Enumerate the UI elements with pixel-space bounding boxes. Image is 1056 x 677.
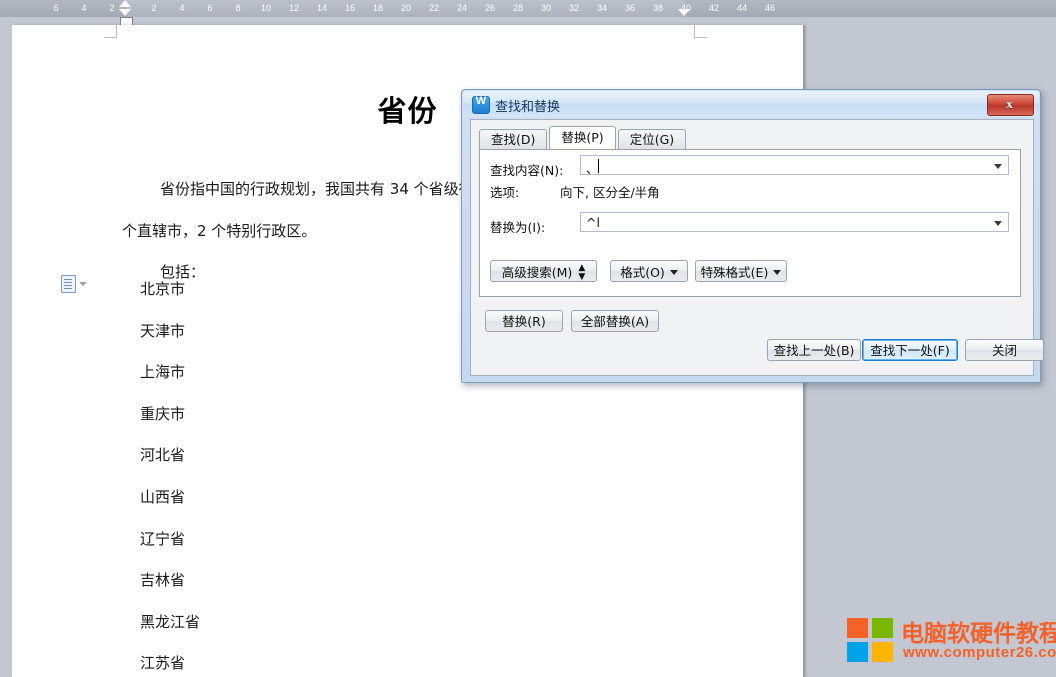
windows-logo-icon: [847, 618, 893, 662]
chevron-down-icon: [670, 270, 678, 275]
text-cursor: [598, 159, 599, 173]
ruler-tick: 28: [511, 2, 525, 14]
ruler-tick-labels: 6422468101214161820222426283032343638404…: [0, 0, 1056, 17]
replace-panel: 查找内容(N): 、 选项: 向下, 区分全/半角 替换为(I): ^l 高级搜…: [479, 149, 1021, 297]
options-value: 向下, 区分全/半角: [560, 182, 660, 201]
ruler-tick: 4: [175, 2, 189, 14]
options-label: 选项:: [490, 182, 519, 201]
list-item: 上海市: [140, 361, 185, 382]
margin-mark-top-left-h: [104, 37, 117, 39]
format-button[interactable]: 格式(O): [610, 260, 688, 282]
replace-all-button[interactable]: 全部替换(A): [571, 310, 659, 332]
dialog-title: 查找和替换: [495, 96, 560, 115]
watermark-title: 电脑软硬件教程网: [901, 614, 1056, 648]
advanced-search-label: 高级搜索(M): [502, 262, 573, 283]
paste-options-smart-tag[interactable]: [61, 275, 93, 293]
list-item: 河北省: [140, 444, 185, 465]
ruler-tick: 38: [651, 2, 665, 14]
replace-with-label: 替换为(I):: [490, 217, 545, 236]
close-button[interactable]: [987, 94, 1034, 116]
list-item: 山西省: [140, 486, 185, 507]
replace-button[interactable]: 替换(R): [485, 310, 563, 332]
special-format-label: 特殊格式(E): [701, 262, 769, 283]
dialog-tabs: 查找(D) 替换(P) 定位(G): [479, 128, 688, 149]
find-and-replace-dialog: 查找和替换 查找(D) 替换(P) 定位(G) 查找内容(N): 、 选项: 向…: [461, 89, 1041, 383]
dialog-title-bar[interactable]: 查找和替换: [463, 91, 1039, 117]
dialog-body: 查找(D) 替换(P) 定位(G) 查找内容(N): 、 选项: 向下, 区分全…: [470, 119, 1034, 376]
ruler-tick: 30: [539, 2, 553, 14]
ruler-tick: 6: [49, 2, 63, 14]
ruler-tick: 2: [105, 2, 119, 14]
ruler-tick: 18: [371, 2, 385, 14]
hanging-indent-marker[interactable]: [119, 9, 131, 16]
ruler-tick: 24: [455, 2, 469, 14]
tab-find[interactable]: 查找(D): [479, 129, 547, 149]
ruler-tick: 26: [483, 2, 497, 14]
ruler-tick: 44: [735, 2, 749, 14]
ruler-tick: 42: [707, 2, 721, 14]
site-watermark: 电脑软硬件教程网 www.computer26.com: [847, 612, 1047, 670]
chevron-down-icon[interactable]: [994, 164, 1002, 169]
document-paragraph-2: 个直辖市，2 个特别行政区。: [122, 220, 316, 242]
list-item: 吉林省: [140, 569, 185, 590]
list-item: 天津市: [140, 320, 185, 341]
chevron-down-icon[interactable]: [994, 221, 1002, 226]
ruler-tick: 4: [77, 2, 91, 14]
find-previous-button[interactable]: 查找上一处(B): [767, 339, 861, 361]
special-format-button[interactable]: 特殊格式(E): [695, 260, 787, 282]
find-what-value: 、: [586, 158, 599, 177]
paste-options-icon: [61, 275, 76, 293]
ruler-tick: 8: [231, 2, 245, 14]
list-item: 辽宁省: [140, 528, 185, 549]
ruler-tick: 32: [567, 2, 581, 14]
format-label: 格式(O): [620, 262, 665, 283]
wps-writer-icon: [472, 96, 490, 114]
dialog-close-button[interactable]: 关闭: [965, 339, 1044, 361]
find-next-button[interactable]: 查找下一处(F): [862, 339, 958, 361]
watermark-url: www.computer26.com: [903, 644, 1056, 661]
ruler-tick: 6: [203, 2, 217, 14]
right-indent-marker[interactable]: [678, 9, 690, 16]
list-item: 重庆市: [140, 403, 185, 424]
up-down-arrow-icon: ▲▼: [578, 264, 585, 282]
ruler-tick: 10: [259, 2, 273, 14]
find-what-input[interactable]: 、: [580, 155, 1009, 175]
ruler-tick: 12: [287, 2, 301, 14]
ruler-tick: 20: [399, 2, 413, 14]
chevron-down-icon[interactable]: [79, 282, 87, 286]
replace-with-value: ^l: [586, 215, 600, 230]
ruler-tick: 46: [763, 2, 777, 14]
find-what-label: 查找内容(N):: [490, 160, 563, 179]
ruler-spacer: [0, 17, 1056, 25]
horizontal-ruler[interactable]: 6422468101214161820222426283032343638404…: [0, 0, 1056, 18]
advanced-search-button[interactable]: 高级搜索(M) ▲▼: [490, 260, 597, 282]
ruler-tick: 22: [427, 2, 441, 14]
ruler-tick: 2: [147, 2, 161, 14]
list-item: 黑龙江省: [140, 611, 200, 632]
chevron-down-icon: [773, 270, 781, 275]
margin-mark-top-right-h: [694, 37, 707, 39]
list-item: 江苏省: [140, 652, 185, 673]
list-item: 北京市: [140, 278, 185, 299]
tab-replace[interactable]: 替换(P): [549, 126, 615, 149]
ruler-tick: 36: [623, 2, 637, 14]
ruler-tick: 16: [343, 2, 357, 14]
ruler-tick: 34: [595, 2, 609, 14]
first-line-indent-marker[interactable]: [119, 0, 131, 7]
tab-goto[interactable]: 定位(G): [618, 129, 686, 149]
ruler-tick: 14: [315, 2, 329, 14]
document-paragraph-1: 省份指中国的行政规划，我国共有 34 个省级行政: [160, 178, 489, 200]
replace-with-input[interactable]: ^l: [580, 212, 1009, 232]
wps-writer-window: 6422468101214161820222426283032343638404…: [0, 0, 1056, 677]
